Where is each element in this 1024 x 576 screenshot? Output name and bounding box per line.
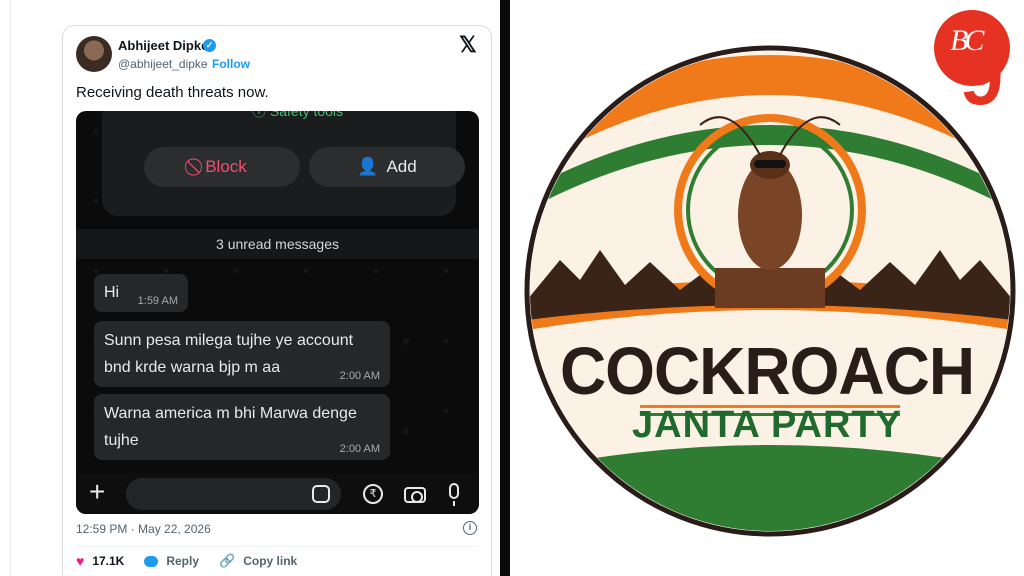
green-band-bottom <box>530 445 1010 531</box>
screenshot: Abhijeet Dipke ✓ @abhijeet_dipke · Follo… <box>0 0 1024 576</box>
sunglasses-icon <box>754 160 786 168</box>
logo-title: COCKROACH <box>559 333 975 409</box>
podium <box>715 268 825 308</box>
party-logo-emblem <box>524 45 1016 537</box>
bc9-number: 9 <box>960 33 1004 121</box>
logo-subtitle: JANTA PARTY <box>632 404 902 446</box>
